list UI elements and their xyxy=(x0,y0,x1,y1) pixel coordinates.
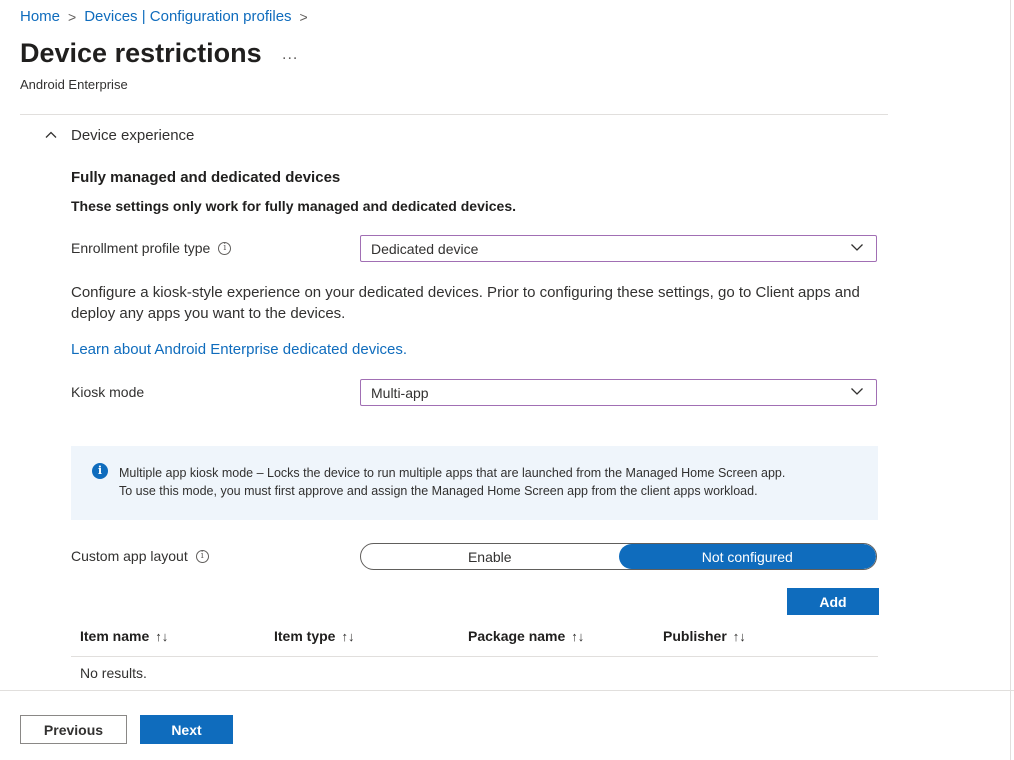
info-icon[interactable]: i xyxy=(195,549,209,563)
chevron-down-icon xyxy=(850,384,864,398)
info-icon[interactable]: i xyxy=(218,241,232,255)
chevron-up-icon[interactable] xyxy=(44,128,58,146)
column-header-label: Publisher xyxy=(663,628,727,644)
breadcrumb: Home > Devices | Configuration profiles … xyxy=(20,8,310,25)
toggle-option-enable[interactable]: Enable xyxy=(361,544,619,569)
sort-icon: ↑↓ xyxy=(155,628,169,644)
info-banner: i Multiple app kiosk mode – Locks the de… xyxy=(71,446,878,520)
kiosk-mode-label-text: Kiosk mode xyxy=(71,384,145,400)
section-device-experience[interactable]: Device experience xyxy=(71,127,194,144)
panel-edge xyxy=(1010,0,1011,760)
enrollment-profile-value: Dedicated device xyxy=(371,240,479,257)
column-header-label: Item name xyxy=(80,628,150,644)
breadcrumb-home[interactable]: Home xyxy=(20,8,60,25)
toggle-option-not-configured[interactable]: Not configured xyxy=(618,544,876,569)
column-header-label: Item type xyxy=(274,628,336,644)
kiosk-mode-label: Kiosk mode xyxy=(71,384,144,400)
next-button[interactable]: Next xyxy=(140,715,233,744)
enrollment-profile-dropdown[interactable]: Dedicated device xyxy=(360,235,877,262)
table-divider xyxy=(71,656,878,657)
kiosk-description: Configure a kiosk-style experience on yo… xyxy=(71,284,860,322)
breadcrumb-separator: > xyxy=(299,8,308,25)
column-header-item-type[interactable]: Item type ↑↓ xyxy=(274,628,354,644)
custom-app-layout-label-text: Custom app layout xyxy=(71,548,188,564)
column-header-package-name[interactable]: Package name ↑↓ xyxy=(468,628,584,644)
breadcrumb-separator: > xyxy=(68,8,77,25)
custom-app-layout-label: Custom app layout i xyxy=(71,548,209,564)
info-banner-line: Multiple app kiosk mode – Locks the devi… xyxy=(119,466,786,480)
column-header-item-name[interactable]: Item name ↑↓ xyxy=(80,628,168,644)
footer-divider xyxy=(0,690,1014,691)
kiosk-mode-value: Multi-app xyxy=(371,384,429,401)
learn-more-link[interactable]: Learn about Android Enterprise dedicated… xyxy=(71,341,407,358)
section-note: These settings only work for fully manag… xyxy=(71,198,517,214)
column-header-label: Package name xyxy=(468,628,566,644)
sort-icon: ↑↓ xyxy=(571,628,585,644)
enrollment-profile-label: Enrollment profile type i xyxy=(71,240,232,256)
page-subtitle: Android Enterprise xyxy=(20,77,128,92)
info-banner-line: To use this mode, you must first approve… xyxy=(119,484,758,498)
sort-icon: ↑↓ xyxy=(732,628,746,644)
sort-icon: ↑↓ xyxy=(341,628,355,644)
enrollment-profile-label-text: Enrollment profile type xyxy=(71,240,211,256)
column-header-publisher[interactable]: Publisher ↑↓ xyxy=(663,628,746,644)
info-banner-text: Multiple app kiosk mode – Locks the devi… xyxy=(119,464,869,500)
info-icon: i xyxy=(92,463,108,479)
table-empty-message: No results. xyxy=(80,665,147,681)
kiosk-mode-dropdown[interactable]: Multi-app xyxy=(360,379,877,406)
divider xyxy=(20,114,888,115)
custom-app-layout-toggle[interactable]: Enable Not configured xyxy=(360,543,877,570)
add-button[interactable]: Add xyxy=(787,588,879,615)
section-heading: Fully managed and dedicated devices xyxy=(71,169,341,186)
previous-button[interactable]: Previous xyxy=(20,715,127,744)
page-title: Device restrictions xyxy=(20,38,262,68)
chevron-down-icon xyxy=(850,240,864,254)
breadcrumb-devices[interactable]: Devices | Configuration profiles xyxy=(84,8,291,25)
more-options-button[interactable]: ... xyxy=(282,46,298,64)
